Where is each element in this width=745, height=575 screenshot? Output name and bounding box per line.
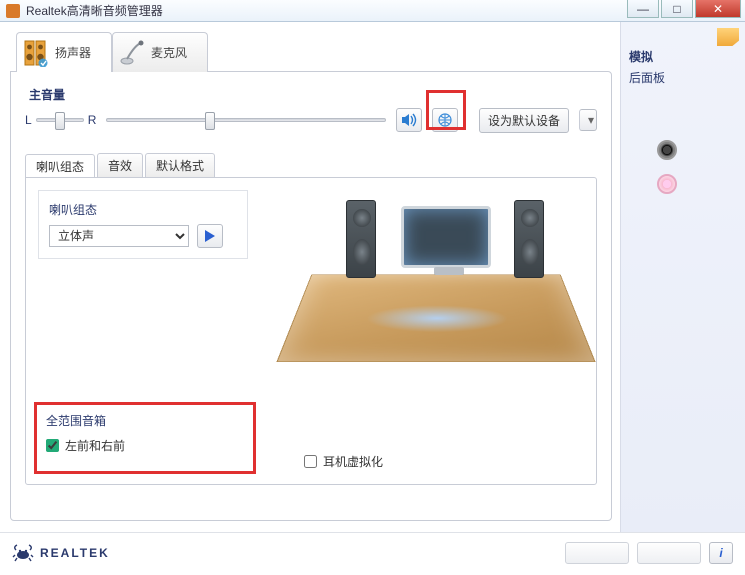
speaker-icon [23, 39, 49, 67]
front-lr-checkbox-row[interactable]: 左前和右前 [46, 437, 242, 454]
main-volume-label: 主音量 [29, 86, 597, 103]
tab-speaker[interactable]: 扬声器 [16, 32, 112, 72]
sub-tabs: 喇叭组态 音效 默认格式 [25, 153, 597, 177]
window-titlebar: Realtek高清晰音频管理器 — □ ✕ [0, 0, 745, 22]
balance-thumb[interactable] [55, 112, 65, 130]
balance-L-label: L [25, 113, 32, 127]
set-default-device-button[interactable]: 设为默认设备 [479, 108, 569, 133]
subtab-sound-effects[interactable]: 音效 [97, 153, 143, 177]
speaker-config-title: 喇叭组态 [49, 201, 237, 218]
maximize-button[interactable]: □ [661, 0, 693, 18]
bottom-button-1[interactable] [565, 542, 629, 564]
environment-button[interactable] [432, 108, 458, 132]
tab-microphone[interactable]: 麦克风 [112, 32, 208, 72]
bottom-bar: REALTEK i [0, 532, 745, 572]
info-button[interactable]: i [709, 542, 733, 564]
front-lr-checkbox[interactable] [46, 439, 59, 452]
tab-microphone-label: 麦克风 [151, 44, 187, 61]
sidebar-sub: 后面板 [629, 69, 737, 86]
front-lr-label: 左前和右前 [65, 437, 125, 454]
room-speaker-left[interactable] [346, 200, 376, 278]
subtab-default-format[interactable]: 默认格式 [145, 153, 215, 177]
close-button[interactable]: ✕ [695, 0, 741, 18]
full-range-title: 全范围音箱 [46, 412, 242, 429]
microphone-icon [119, 39, 145, 67]
device-tabs: 扬声器 麦克风 [16, 32, 612, 72]
speaker-config-select[interactable]: 立体声 [49, 225, 189, 247]
globe-icon [438, 113, 452, 127]
jack-pink[interactable] [657, 174, 677, 194]
app-icon [6, 4, 20, 18]
balance-slider[interactable] [36, 118, 84, 122]
speaker-config-panel: 喇叭组态 立体声 [25, 177, 597, 485]
speaker-config-group: 喇叭组态 立体声 [38, 190, 248, 259]
analog-sidebar: 模拟 后面板 [620, 22, 745, 532]
room-speaker-right[interactable] [514, 200, 544, 278]
set-default-dropdown[interactable]: ▾ [579, 109, 597, 131]
master-volume-thumb[interactable] [205, 112, 215, 130]
minimize-button[interactable]: — [627, 0, 659, 18]
jack-black[interactable] [657, 140, 677, 160]
realtek-crab-icon [12, 544, 34, 562]
volume-icon [401, 113, 417, 127]
tab-speaker-label: 扬声器 [55, 44, 91, 61]
window-title: Realtek高清晰音频管理器 [26, 2, 163, 19]
headphone-virtualization-label: 耳机虚拟化 [323, 453, 383, 470]
subtab-speaker-config[interactable]: 喇叭组态 [25, 154, 95, 178]
brand-label: REALTEK [40, 546, 110, 560]
main-panel: 主音量 L R [10, 71, 612, 521]
room-floor [276, 275, 595, 362]
full-range-group: 全范围音箱 左前和右前 [38, 402, 250, 468]
main-volume-row: L R [25, 105, 597, 135]
info-icon: i [719, 546, 722, 560]
speaker-room-illustration [286, 188, 586, 408]
sidebar-title: 模拟 [629, 48, 737, 65]
folder-icon[interactable] [717, 28, 739, 46]
balance-R-label: R [88, 113, 97, 127]
room-monitor [401, 206, 491, 268]
volume-icon-button[interactable] [396, 108, 422, 132]
headphone-virtualization-row[interactable]: 耳机虚拟化 [304, 453, 383, 470]
realtek-logo: REALTEK [12, 544, 110, 562]
play-icon [205, 230, 215, 242]
bottom-button-2[interactable] [637, 542, 701, 564]
master-volume-slider[interactable] [106, 118, 386, 122]
set-default-label: 设为默认设备 [488, 112, 560, 129]
headphone-virtualization-checkbox[interactable] [304, 455, 317, 468]
test-play-button[interactable] [197, 224, 223, 248]
